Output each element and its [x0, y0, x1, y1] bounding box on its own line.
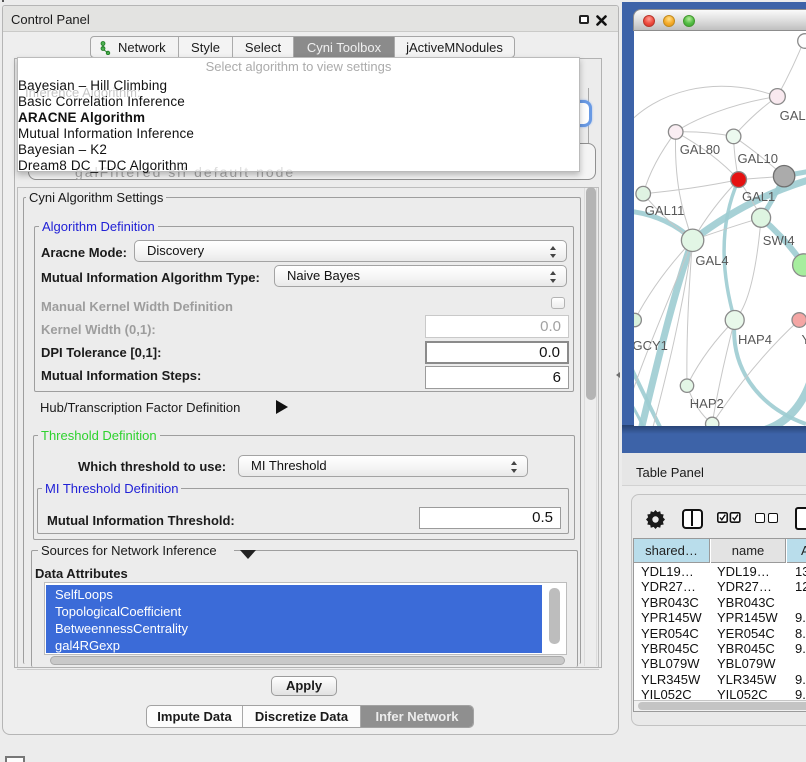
svg-text:GAL4: GAL4	[695, 253, 728, 268]
svg-text:GAL: GAL	[780, 108, 806, 123]
svg-text:HAP2: HAP2	[690, 396, 724, 411]
svg-text:GAL80: GAL80	[680, 142, 720, 157]
svg-text:GCY1: GCY1	[634, 338, 668, 353]
svg-text:SWI4: SWI4	[763, 233, 795, 248]
svg-text:HAP4: HAP4	[738, 332, 772, 347]
svg-text:GAL11: GAL11	[645, 203, 685, 218]
svg-text:Y: Y	[802, 332, 806, 347]
svg-text:GAL1: GAL1	[742, 189, 775, 204]
svg-text:GAL10: GAL10	[738, 151, 778, 166]
